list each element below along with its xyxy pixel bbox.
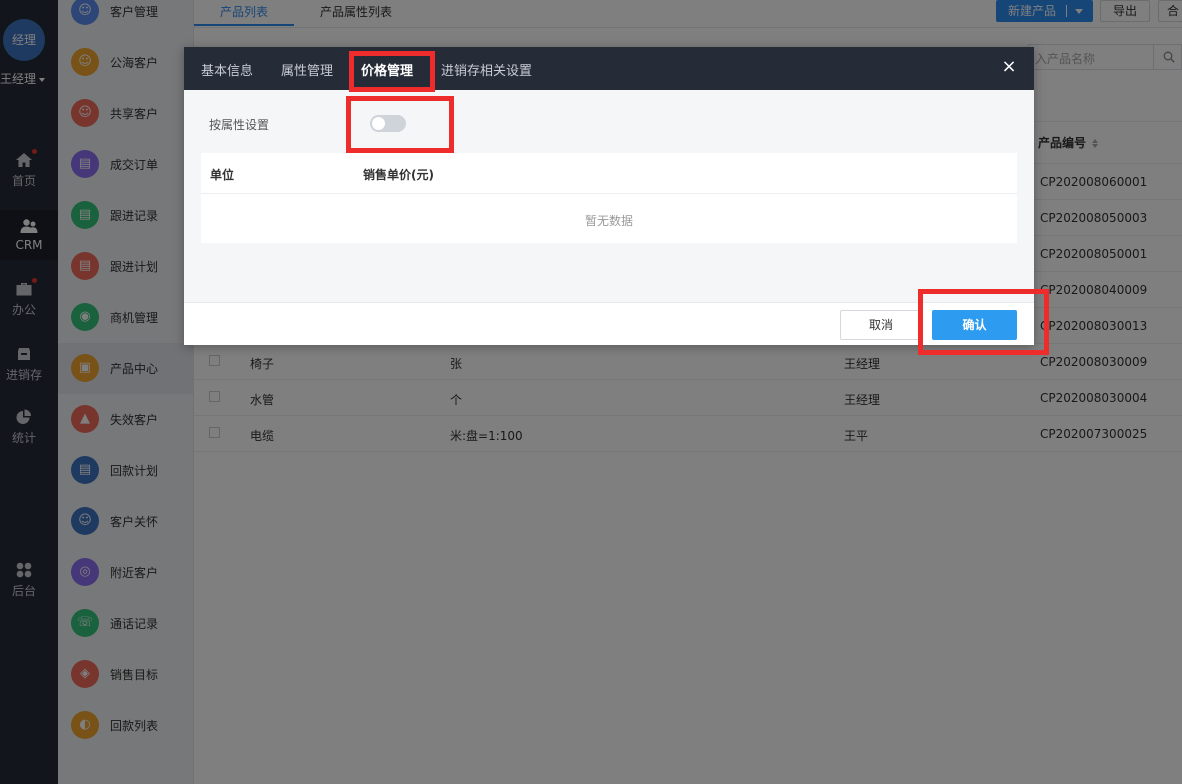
tab-attribute-management[interactable]: 属性管理 (281, 60, 333, 79)
cancel-button[interactable]: 取消 (840, 310, 922, 340)
tab-inventory-settings[interactable]: 进销存相关设置 (441, 60, 532, 79)
attribute-setting-label: 按属性设置 (209, 118, 270, 132)
price-table: 单位 销售单价(元) 暂无数据 (201, 153, 1017, 243)
dialog-body: 按属性设置 单位 销售单价(元) 暂无数据 (184, 90, 1034, 302)
highlight-confirm-button (918, 289, 1049, 355)
empty-state-text: 暂无数据 (584, 214, 633, 228)
close-icon[interactable]: × (1001, 58, 1017, 76)
highlight-price-tab (349, 51, 435, 92)
dialog-footer: 取消 确认 (184, 302, 1034, 345)
divider (201, 193, 1017, 194)
product-edit-dialog: 基本信息 属性管理 价格管理 进销存相关设置 × 按属性设置 单位 销售单价(元… (184, 47, 1034, 345)
tab-basic-info[interactable]: 基本信息 (201, 60, 253, 79)
highlight-attribute-toggle (346, 96, 454, 153)
dialog-tab-bar: 基本信息 属性管理 价格管理 进销存相关设置 × (184, 47, 1034, 90)
column-header-unit: 单位 (210, 168, 235, 182)
column-header-sale-price: 销售单价(元) (363, 168, 434, 182)
